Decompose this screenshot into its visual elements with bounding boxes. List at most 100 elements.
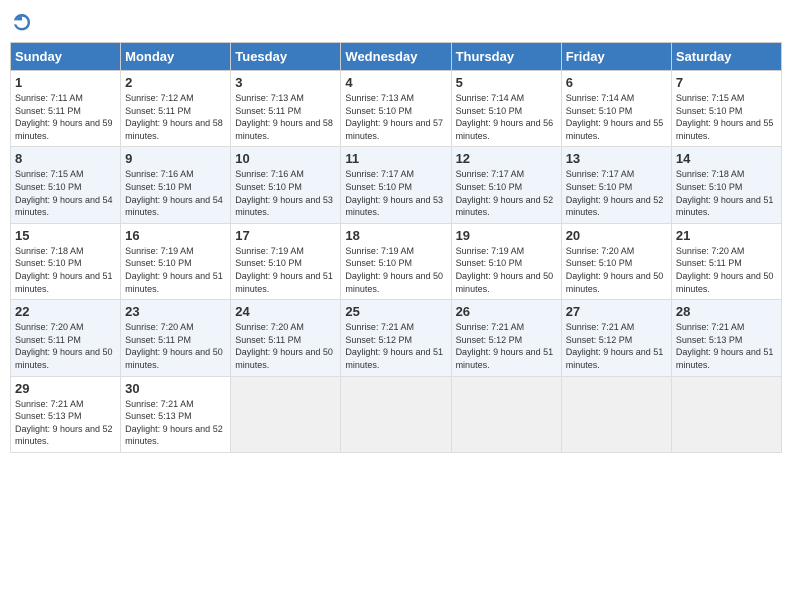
day-info: Sunrise: 7:13 AMSunset: 5:10 PMDaylight:… <box>345 93 443 141</box>
header-tuesday: Tuesday <box>231 43 341 71</box>
day-number: 30 <box>125 381 226 396</box>
day-info: Sunrise: 7:13 AMSunset: 5:11 PMDaylight:… <box>235 93 333 141</box>
calendar-cell: 27 Sunrise: 7:21 AMSunset: 5:12 PMDayligh… <box>561 300 671 376</box>
day-info: Sunrise: 7:14 AMSunset: 5:10 PMDaylight:… <box>566 93 664 141</box>
day-number: 10 <box>235 151 336 166</box>
day-number: 15 <box>15 228 116 243</box>
calendar-cell: 21Sunrise: 7:20 AMSunset: 5:11 PMDayligh… <box>671 223 781 299</box>
day-info: Sunrise: 7:21 AMSunset: 5:13 PMDaylight:… <box>676 322 774 370</box>
day-number: 28 <box>676 304 777 319</box>
day-number: 17 <box>235 228 336 243</box>
calendar-cell: 26 Sunrise: 7:21 AMSunset: 5:12 PMDayligh… <box>451 300 561 376</box>
day-number: 26 <box>456 304 557 319</box>
calendar-header-row: SundayMondayTuesdayWednesdayThursdayFrid… <box>11 43 782 71</box>
calendar-cell: 2Sunrise: 7:12 AMSunset: 5:11 PMDaylight… <box>121 71 231 147</box>
calendar-cell <box>341 376 451 452</box>
calendar-cell: 10 Sunrise: 7:16 AMSunset: 5:10 PMDayligh… <box>231 147 341 223</box>
header-sunday: Sunday <box>11 43 121 71</box>
calendar-cell: 17 Sunrise: 7:19 AMSunset: 5:10 PMDayligh… <box>231 223 341 299</box>
day-number: 3 <box>235 75 336 90</box>
calendar-cell: 12 Sunrise: 7:17 AMSunset: 5:10 PMDayligh… <box>451 147 561 223</box>
day-number: 22 <box>15 304 116 319</box>
calendar-week-2: 15 Sunrise: 7:18 AMSunset: 5:10 PMDayligh… <box>11 223 782 299</box>
calendar-week-3: 22 Sunrise: 7:20 AMSunset: 5:11 PMDayligh… <box>11 300 782 376</box>
day-info: Sunrise: 7:16 AMSunset: 5:10 PMDaylight:… <box>235 169 333 217</box>
day-number: 5 <box>456 75 557 90</box>
header-thursday: Thursday <box>451 43 561 71</box>
day-number: 20 <box>566 228 667 243</box>
day-number: 12 <box>456 151 557 166</box>
calendar-cell: 16 Sunrise: 7:19 AMSunset: 5:10 PMDayligh… <box>121 223 231 299</box>
day-info: Sunrise: 7:18 AMSunset: 5:10 PMDaylight:… <box>676 169 774 217</box>
logo <box>10 10 38 34</box>
day-info: Sunrise: 7:19 AMSunset: 5:10 PMDaylight:… <box>345 246 443 294</box>
calendar-cell: 8 Sunrise: 7:15 AMSunset: 5:10 PMDaylight… <box>11 147 121 223</box>
day-info: Sunrise: 7:16 AMSunset: 5:10 PMDaylight:… <box>125 169 223 217</box>
day-number: 9 <box>125 151 226 166</box>
day-number: 7 <box>676 75 777 90</box>
day-info: Sunrise: 7:11 AMSunset: 5:11 PMDaylight:… <box>15 93 113 141</box>
day-info: Sunrise: 7:14 AMSunset: 5:10 PMDaylight:… <box>456 93 554 141</box>
calendar-cell: 13 Sunrise: 7:17 AMSunset: 5:10 PMDayligh… <box>561 147 671 223</box>
day-number: 1 <box>15 75 116 90</box>
day-info: Sunrise: 7:18 AMSunset: 5:10 PMDaylight:… <box>15 246 113 294</box>
header-saturday: Saturday <box>671 43 781 71</box>
day-number: 24 <box>235 304 336 319</box>
calendar-cell: 28 Sunrise: 7:21 AMSunset: 5:13 PMDayligh… <box>671 300 781 376</box>
day-info: Sunrise: 7:21 AMSunset: 5:12 PMDaylight:… <box>456 322 554 370</box>
calendar-cell: 15 Sunrise: 7:18 AMSunset: 5:10 PMDayligh… <box>11 223 121 299</box>
day-info: Sunrise: 7:21 AMSunset: 5:12 PMDaylight:… <box>345 322 443 370</box>
calendar-cell: 5 Sunrise: 7:14 AMSunset: 5:10 PMDaylight… <box>451 71 561 147</box>
calendar-cell: 7 Sunrise: 7:15 AMSunset: 5:10 PMDaylight… <box>671 71 781 147</box>
calendar-cell: 11Sunrise: 7:17 AMSunset: 5:10 PMDayligh… <box>341 147 451 223</box>
day-number: 25 <box>345 304 446 319</box>
day-number: 29 <box>15 381 116 396</box>
day-info: Sunrise: 7:20 AMSunset: 5:11 PMDaylight:… <box>125 322 223 370</box>
day-number: 14 <box>676 151 777 166</box>
day-number: 8 <box>15 151 116 166</box>
calendar-table: SundayMondayTuesdayWednesdayThursdayFrid… <box>10 42 782 453</box>
day-number: 16 <box>125 228 226 243</box>
day-info: Sunrise: 7:20 AMSunset: 5:10 PMDaylight:… <box>566 246 664 294</box>
calendar-cell: 14 Sunrise: 7:18 AMSunset: 5:10 PMDayligh… <box>671 147 781 223</box>
day-info: Sunrise: 7:17 AMSunset: 5:10 PMDaylight:… <box>456 169 554 217</box>
day-info: Sunrise: 7:21 AMSunset: 5:12 PMDaylight:… <box>566 322 664 370</box>
calendar-cell <box>671 376 781 452</box>
calendar-cell: 18 Sunrise: 7:19 AMSunset: 5:10 PMDayligh… <box>341 223 451 299</box>
calendar-cell: 9 Sunrise: 7:16 AMSunset: 5:10 PMDaylight… <box>121 147 231 223</box>
day-info: Sunrise: 7:12 AMSunset: 5:11 PMDaylight:… <box>125 93 223 141</box>
calendar-cell: 23Sunrise: 7:20 AMSunset: 5:11 PMDayligh… <box>121 300 231 376</box>
calendar-cell: 4Sunrise: 7:13 AMSunset: 5:10 PMDaylight… <box>341 71 451 147</box>
day-info: Sunrise: 7:19 AMSunset: 5:10 PMDaylight:… <box>235 246 333 294</box>
day-info: Sunrise: 7:19 AMSunset: 5:10 PMDaylight:… <box>125 246 223 294</box>
calendar-cell: 25 Sunrise: 7:21 AMSunset: 5:12 PMDayligh… <box>341 300 451 376</box>
day-number: 27 <box>566 304 667 319</box>
calendar-week-1: 8 Sunrise: 7:15 AMSunset: 5:10 PMDaylight… <box>11 147 782 223</box>
day-number: 6 <box>566 75 667 90</box>
day-number: 19 <box>456 228 557 243</box>
day-info: Sunrise: 7:17 AMSunset: 5:10 PMDaylight:… <box>566 169 664 217</box>
day-info: Sunrise: 7:17 AMSunset: 5:10 PMDaylight:… <box>345 169 443 217</box>
day-info: Sunrise: 7:15 AMSunset: 5:10 PMDaylight:… <box>676 93 774 141</box>
calendar-cell <box>231 376 341 452</box>
day-number: 18 <box>345 228 446 243</box>
calendar-cell: 30Sunrise: 7:21 AMSunset: 5:13 PMDayligh… <box>121 376 231 452</box>
calendar-cell: 24 Sunrise: 7:20 AMSunset: 5:11 PMDayligh… <box>231 300 341 376</box>
logo-icon <box>10 10 34 34</box>
header-wednesday: Wednesday <box>341 43 451 71</box>
calendar-week-4: 29 Sunrise: 7:21 AMSunset: 5:13 PMDayligh… <box>11 376 782 452</box>
calendar-cell: 29 Sunrise: 7:21 AMSunset: 5:13 PMDayligh… <box>11 376 121 452</box>
header-monday: Monday <box>121 43 231 71</box>
calendar-cell: 3 Sunrise: 7:13 AMSunset: 5:11 PMDaylight… <box>231 71 341 147</box>
day-info: Sunrise: 7:20 AMSunset: 5:11 PMDaylight:… <box>235 322 333 370</box>
day-info: Sunrise: 7:21 AMSunset: 5:13 PMDaylight:… <box>15 399 113 447</box>
day-number: 21 <box>676 228 777 243</box>
calendar-cell: 22Sunrise: 7:20 AMSunset: 5:11 PMDayligh… <box>11 300 121 376</box>
page-header <box>10 10 782 34</box>
calendar-cell: 20 Sunrise: 7:20 AMSunset: 5:10 PMDayligh… <box>561 223 671 299</box>
calendar-cell: 1 Sunrise: 7:11 AMSunset: 5:11 PMDaylight… <box>11 71 121 147</box>
day-info: Sunrise: 7:15 AMSunset: 5:10 PMDaylight:… <box>15 169 113 217</box>
calendar-cell: 6 Sunrise: 7:14 AMSunset: 5:10 PMDaylight… <box>561 71 671 147</box>
calendar-week-0: 1 Sunrise: 7:11 AMSunset: 5:11 PMDaylight… <box>11 71 782 147</box>
day-number: 13 <box>566 151 667 166</box>
